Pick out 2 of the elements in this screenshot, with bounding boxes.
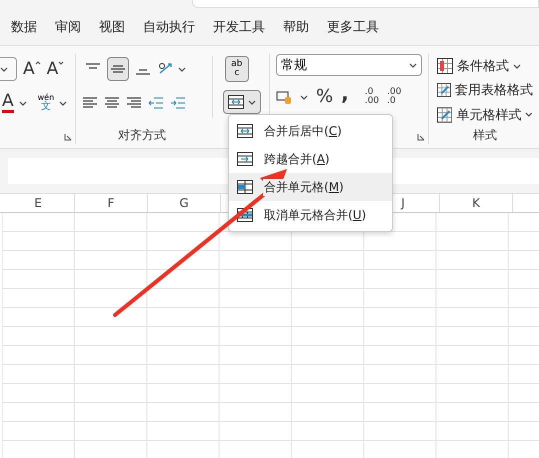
group-label: 对齐方式 [116,127,167,144]
group-label: 样式 [472,126,498,144]
